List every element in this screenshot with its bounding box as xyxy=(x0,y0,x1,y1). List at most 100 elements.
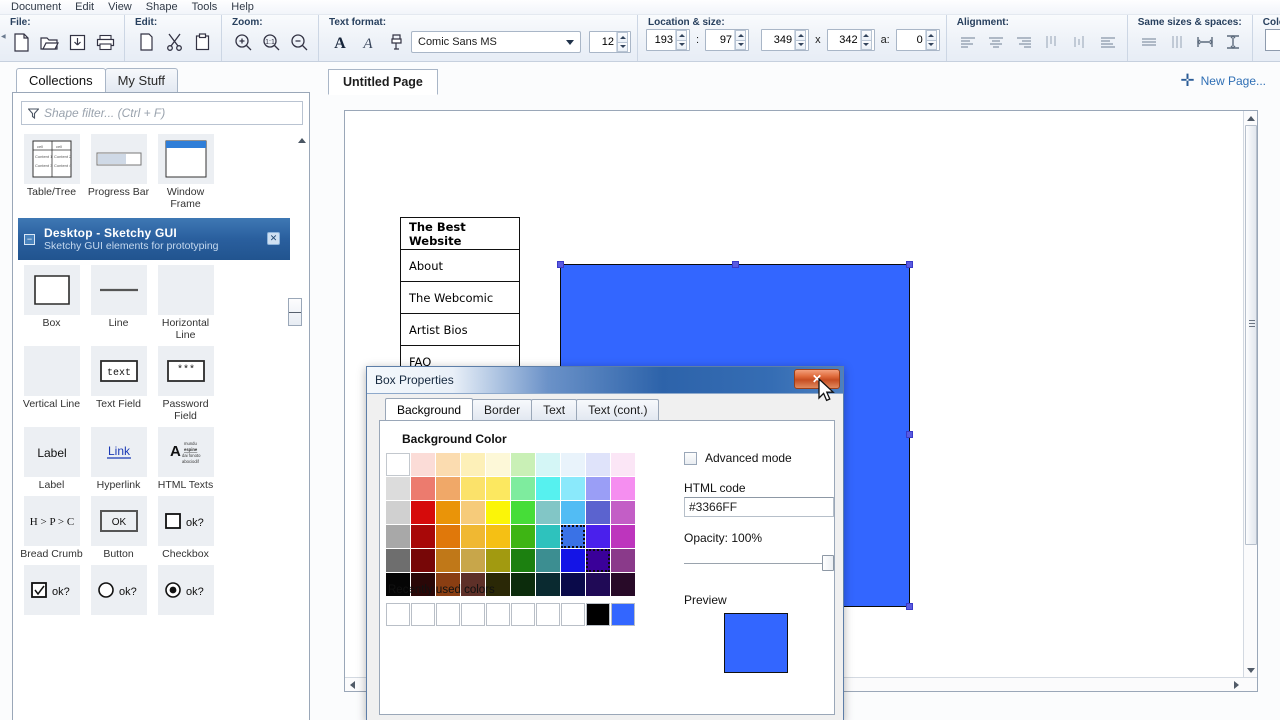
color-swatch[interactable] xyxy=(486,477,510,500)
align-right-icon[interactable] xyxy=(1011,29,1037,55)
shape-item-checkbox[interactable]: ok? Checkbox xyxy=(152,496,219,560)
color-swatch[interactable] xyxy=(536,453,560,476)
recent-color-swatch[interactable] xyxy=(511,603,535,626)
color-swatch[interactable] xyxy=(386,525,410,548)
scroll-down-icon[interactable] xyxy=(1244,663,1258,677)
shape-item-bread-crumb[interactable]: H > P > C Bread Crumb xyxy=(18,496,85,560)
resize-handle-se[interactable] xyxy=(906,603,913,610)
shape-item-vertical-line[interactable]: Vertical Line xyxy=(18,346,85,422)
shape-item-text-field[interactable]: text Text Field xyxy=(85,346,152,422)
font-size-down[interactable] xyxy=(617,41,628,52)
height-stepper[interactable] xyxy=(826,29,875,51)
shape-item-line[interactable]: Line xyxy=(85,265,152,341)
color-swatch[interactable] xyxy=(436,549,460,572)
color-swatch[interactable] xyxy=(511,573,535,596)
color-swatch[interactable] xyxy=(536,501,560,524)
align-bottom-icon[interactable] xyxy=(1095,29,1121,55)
width-stepper[interactable] xyxy=(761,29,810,51)
cut-icon[interactable] xyxy=(161,29,187,55)
tab-collections[interactable]: Collections xyxy=(16,68,106,92)
position-y-spinner[interactable] xyxy=(734,30,747,50)
equal-vertical-space-icon[interactable] xyxy=(1220,29,1246,55)
scroll-left-icon[interactable] xyxy=(345,678,359,692)
color-swatch[interactable] xyxy=(511,477,535,500)
shape-palette-scrollbar[interactable] xyxy=(296,135,307,720)
resize-handle-nw[interactable] xyxy=(557,261,564,268)
paste-icon[interactable] xyxy=(189,29,215,55)
position-x-spinner[interactable] xyxy=(675,30,687,50)
shape-item-box[interactable]: Box xyxy=(18,265,85,341)
shape-filter-input[interactable]: Shape filter... (Ctrl + F) xyxy=(21,101,303,125)
recent-color-swatch[interactable] xyxy=(586,603,610,626)
color-swatch[interactable] xyxy=(436,477,460,500)
category-desktop-sketchy-gui[interactable]: − Desktop - Sketchy GUI Sketchy GUI elem… xyxy=(18,218,290,260)
tab-my-stuff[interactable]: My Stuff xyxy=(104,68,179,92)
tab-border[interactable]: Border xyxy=(472,399,533,420)
color-palette-grid[interactable] xyxy=(386,453,636,597)
color-swatch[interactable] xyxy=(511,549,535,572)
align-middle-icon[interactable] xyxy=(1067,29,1093,55)
angle-spinner[interactable] xyxy=(924,30,937,50)
height-spinner[interactable] xyxy=(859,30,872,50)
position-y-stepper[interactable] xyxy=(705,29,750,51)
format-painter-icon[interactable] xyxy=(383,29,409,55)
resize-handle-e[interactable] xyxy=(906,431,913,438)
recently-used-colors[interactable] xyxy=(386,603,636,626)
color-swatch[interactable] xyxy=(461,453,485,476)
advanced-mode-checkbox[interactable] xyxy=(684,451,697,465)
color-swatch[interactable] xyxy=(486,549,510,572)
color-swatch[interactable] xyxy=(486,453,510,476)
position-x-input[interactable] xyxy=(647,30,675,50)
color-swatch[interactable] xyxy=(411,501,435,524)
shape-item-password-field[interactable]: *** Password Field xyxy=(152,346,219,422)
equal-horizontal-space-icon[interactable] xyxy=(1192,29,1218,55)
color-swatch[interactable] xyxy=(436,453,460,476)
tab-background[interactable]: Background xyxy=(385,398,474,420)
color-swatch[interactable] xyxy=(611,501,635,524)
tab-text-cont[interactable]: Text (cont.) xyxy=(576,399,660,420)
width-input[interactable] xyxy=(762,30,795,50)
menu-item-shape[interactable]: Shape xyxy=(139,0,185,14)
width-up[interactable] xyxy=(795,30,807,40)
shape-item-label[interactable]: Label Label xyxy=(18,427,85,491)
color-swatch[interactable] xyxy=(586,549,610,572)
recent-color-swatch[interactable] xyxy=(436,603,460,626)
align-left-icon[interactable] xyxy=(955,29,981,55)
zoom-in-icon[interactable] xyxy=(230,29,256,55)
dialog-title-bar[interactable]: Box Properties ✕ xyxy=(367,367,843,394)
scroll-up-icon[interactable] xyxy=(1244,111,1258,125)
zoom-reset-icon[interactable]: 1:1 xyxy=(258,29,284,55)
font-size-up[interactable] xyxy=(617,32,628,42)
color-swatch[interactable] xyxy=(561,501,585,524)
color-swatch[interactable] xyxy=(586,525,610,548)
shape-item-radio-button[interactable]: ok? xyxy=(85,565,152,617)
position-x-down[interactable] xyxy=(676,39,687,50)
color-swatch[interactable] xyxy=(411,525,435,548)
color-swatch[interactable] xyxy=(611,477,635,500)
height-up[interactable] xyxy=(860,30,872,40)
menu-item-document[interactable]: Document xyxy=(4,0,68,14)
color-swatch[interactable] xyxy=(511,453,535,476)
color-swatch[interactable] xyxy=(536,477,560,500)
shape-item-button[interactable]: OK Button xyxy=(85,496,152,560)
color-swatch[interactable] xyxy=(536,573,560,596)
recent-color-swatch[interactable] xyxy=(461,603,485,626)
bold-a-icon[interactable]: A xyxy=(327,29,353,55)
color-swatch[interactable] xyxy=(386,477,410,500)
mock-website-nav[interactable]: The Best Website About The Webcomic Arti… xyxy=(400,217,520,379)
position-x-up[interactable] xyxy=(676,30,687,40)
canvas-vertical-scrollbar[interactable] xyxy=(1243,111,1257,677)
recent-color-swatch[interactable] xyxy=(411,603,435,626)
angle-stepper[interactable] xyxy=(895,29,940,51)
shape-item-hyperlink[interactable]: Link Hyperlink xyxy=(85,427,152,491)
color-swatch[interactable] xyxy=(386,501,410,524)
color-swatch[interactable] xyxy=(461,549,485,572)
font-size-stepper[interactable] xyxy=(589,31,631,53)
page-tab-untitled[interactable]: Untitled Page xyxy=(328,69,438,95)
color-swatch[interactable] xyxy=(436,525,460,548)
close-button[interactable]: ✕ xyxy=(794,369,840,389)
color-swatch[interactable] xyxy=(611,453,635,476)
new-page-button[interactable]: ✛ New Page... xyxy=(1180,72,1266,89)
height-down[interactable] xyxy=(860,39,872,50)
color-swatch[interactable] xyxy=(411,453,435,476)
